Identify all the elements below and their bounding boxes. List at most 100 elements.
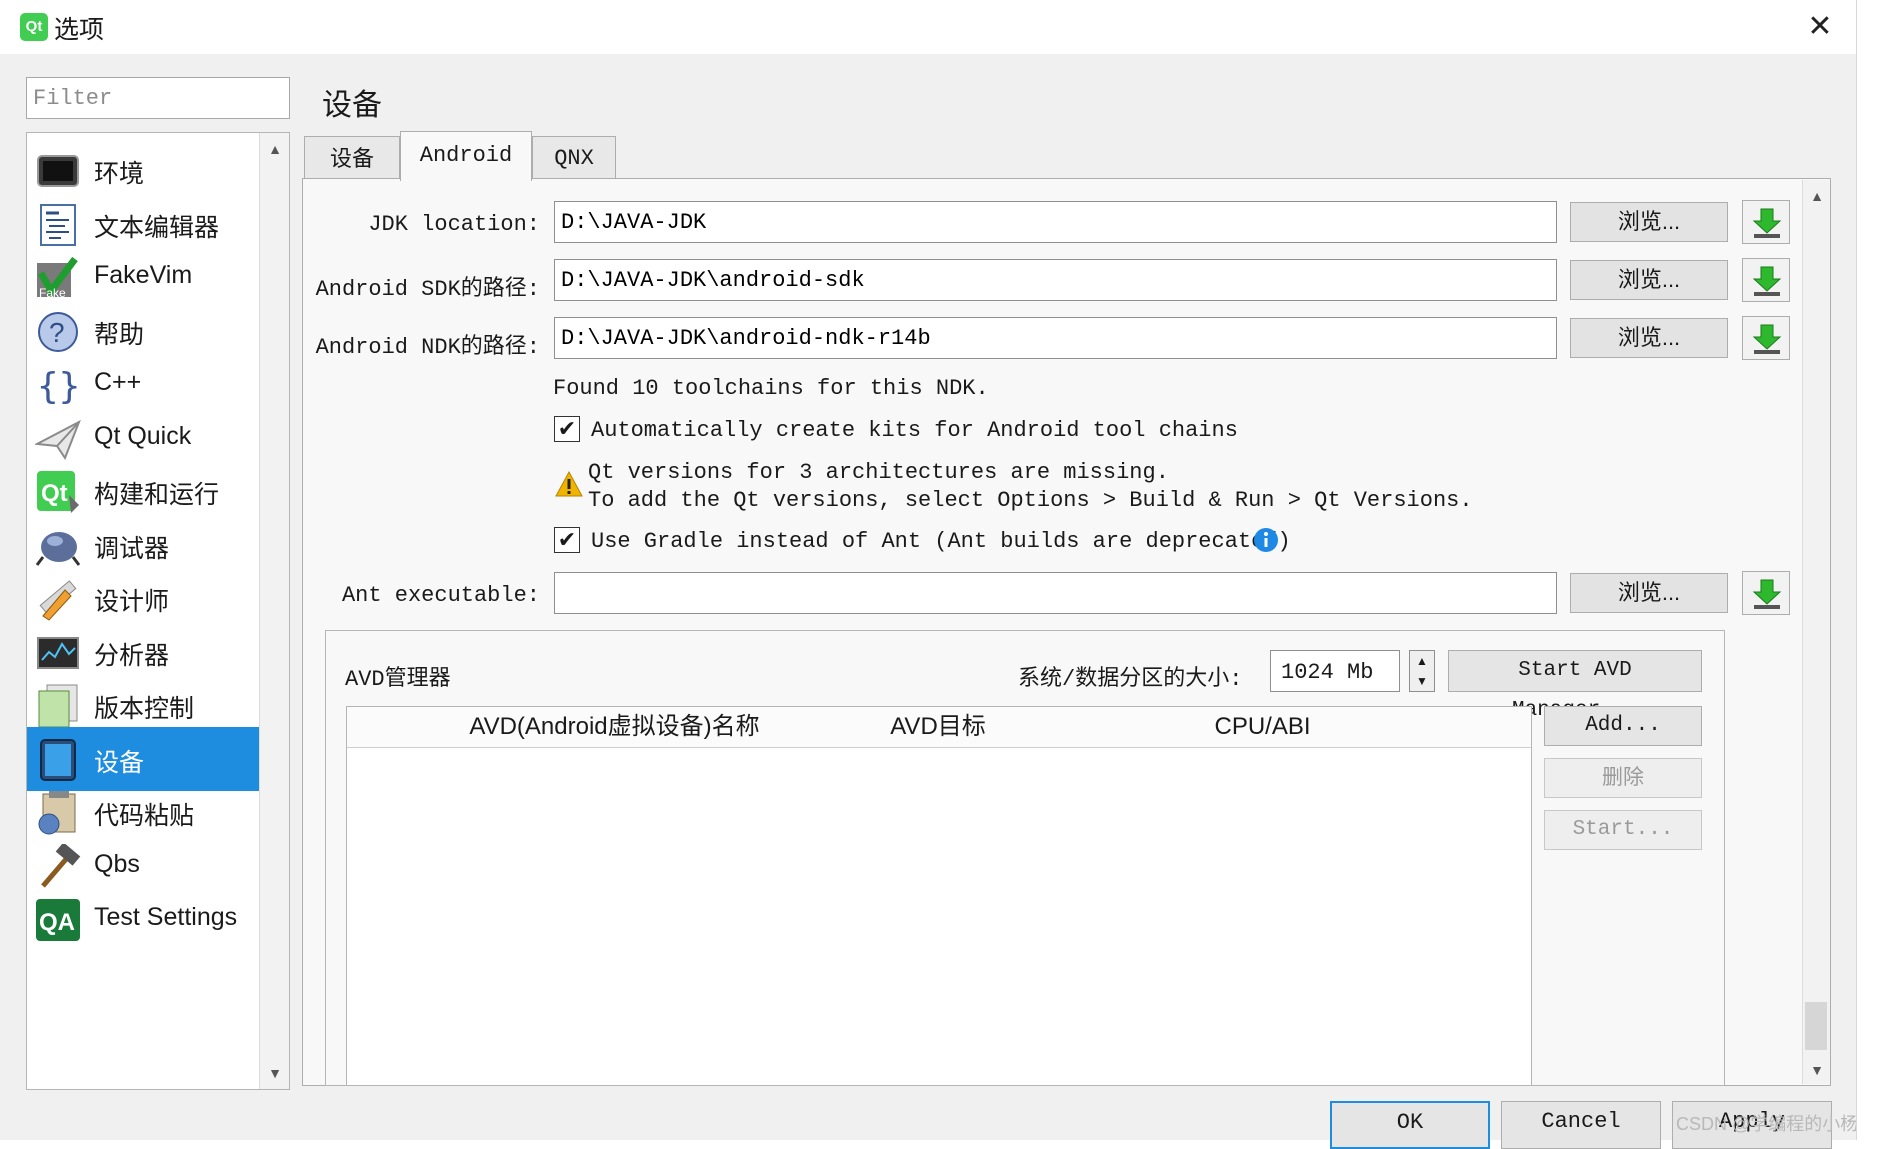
avd-group-label: AVD管理器 [345, 667, 451, 692]
filter-input[interactable] [26, 77, 290, 119]
partition-size-value: 1024 Mb [1281, 660, 1374, 685]
gradle-label: Use Gradle instead of Ant (Ant builds ar… [591, 529, 1291, 554]
sidebar-item-label: 分析器 [94, 642, 170, 670]
sidebar-item-label: 设备 [94, 749, 145, 777]
sidebar-item-test-settings[interactable]: QA Test Settings [27, 887, 261, 951]
code-paste-icon [35, 790, 81, 836]
ok-button[interactable]: OK [1330, 1101, 1490, 1149]
scroll-up-icon[interactable]: ▲ [1803, 184, 1831, 208]
sdk-download-button[interactable] [1742, 258, 1790, 302]
sidebar-item-label: 构建和运行 [94, 481, 220, 509]
download-icon [1752, 324, 1782, 354]
ndk-download-button[interactable] [1742, 316, 1790, 360]
sidebar-item-label: 环境 [94, 160, 145, 188]
partition-size-label: 系统/数据分区的大小: [1018, 667, 1243, 692]
designer-icon [35, 576, 81, 622]
sdk-path-field[interactable] [554, 259, 1557, 301]
svg-text:Fake: Fake [39, 286, 66, 300]
checkmark-icon: ✔ [557, 527, 577, 552]
checkmark-icon: ✔ [557, 416, 577, 441]
svg-text:QA: QA [39, 909, 75, 936]
cancel-button[interactable]: Cancel [1501, 1101, 1661, 1149]
column-header-cpu-abi[interactable]: CPU/ABI [994, 707, 1531, 748]
sidebar-item-label: C++ [94, 368, 142, 396]
watermark: CSDN @学编程的小杨 [1676, 1114, 1859, 1134]
tab-qnx[interactable]: QNX [532, 136, 616, 179]
ant-download-button[interactable] [1742, 571, 1790, 615]
qt-app-icon: Qt [20, 13, 48, 41]
sidebar-item-label: 帮助 [94, 321, 145, 349]
options-dialog: Qt 选项 ✕ 环境 文本编辑器 Fake FakeVim [0, 0, 1859, 1149]
text-editor-icon [35, 202, 81, 248]
svg-text:?: ? [49, 317, 65, 348]
sdk-browse-button[interactable]: 浏览... [1570, 260, 1728, 300]
add-avd-button[interactable]: Add... [1544, 706, 1702, 746]
close-icon: ✕ [1807, 10, 1833, 43]
column-header-avd-target[interactable]: AVD目标 [882, 707, 995, 748]
sidebar-item-label: 代码粘贴 [94, 802, 195, 830]
fakevim-icon: Fake [35, 255, 81, 301]
sdk-path-label: Android SDK的路径: [315, 277, 540, 302]
jdk-download-button[interactable] [1742, 200, 1790, 244]
scroll-thumb[interactable] [1805, 1002, 1827, 1050]
gradle-checkbox[interactable]: ✔ [554, 527, 580, 553]
sidebar-item-label: Qbs [94, 850, 140, 878]
warning-line-1: Qt versions for 3 architectures are miss… [588, 460, 1169, 485]
ant-browse-button[interactable]: 浏览... [1570, 573, 1728, 613]
braces-icon: {} [35, 362, 81, 408]
jdk-browse-button[interactable]: 浏览... [1570, 202, 1728, 242]
start-avd-button[interactable]: Start... [1544, 810, 1702, 850]
svg-text:{}: {} [37, 366, 80, 407]
help-icon: ? [35, 309, 81, 355]
scroll-down-icon[interactable]: ▼ [1803, 1058, 1831, 1082]
start-avd-manager-button[interactable]: Start AVD Manager... [1448, 650, 1702, 722]
sidebar-item-label: Test Settings [94, 903, 238, 931]
sidebar-nav: 环境 文本编辑器 Fake FakeVim ? 帮助 {} C++ Qt Qui… [26, 132, 290, 1090]
tab-devices[interactable]: 设备 [304, 136, 400, 179]
analyzer-icon [35, 630, 81, 676]
monitor-icon [35, 148, 81, 194]
page-title: 设备 [322, 89, 382, 122]
partition-size-spinbox[interactable]: 1024 Mb ▲ ▼ [1270, 650, 1435, 692]
svg-text:Qt: Qt [41, 480, 68, 507]
ant-executable-field[interactable] [554, 572, 1557, 614]
sidebar-item-label: 设计师 [94, 588, 170, 616]
download-icon [1752, 208, 1782, 238]
qt-build-icon: Qt [35, 469, 81, 515]
bug-icon [35, 523, 81, 569]
toolchains-info-text: Found 10 toolchains for this NDK. [553, 376, 989, 401]
title-bar: Qt 选项 ✕ [0, 0, 1856, 54]
window-edge [1856, 0, 1880, 1140]
auto-kits-checkbox[interactable]: ✔ [554, 416, 580, 442]
hammer-icon [35, 842, 81, 890]
ndk-browse-button[interactable]: 浏览... [1570, 318, 1728, 358]
ndk-path-label: Android NDK的路径: [315, 335, 540, 360]
warning-icon [555, 470, 583, 498]
sidebar-item-label: 文本编辑器 [94, 214, 220, 242]
auto-kits-label: Automatically create kits for Android to… [591, 418, 1238, 443]
content-scrollbar[interactable]: ▲ ▼ [1802, 180, 1830, 1084]
jdk-location-field[interactable] [554, 201, 1557, 243]
spin-arrows-icon[interactable]: ▲ ▼ [1409, 650, 1435, 692]
qa-icon: QA [35, 897, 81, 943]
sidebar-item-label: Qt Quick [94, 422, 192, 450]
scroll-down-icon[interactable]: ▼ [260, 1061, 289, 1085]
window-title: 选项 [54, 16, 105, 44]
scroll-up-icon[interactable]: ▲ [260, 137, 289, 161]
info-icon[interactable] [1253, 527, 1279, 553]
ant-executable-label: Ant executable: [341, 583, 540, 608]
paper-plane-icon [33, 416, 81, 462]
ndk-path-field[interactable] [554, 317, 1557, 359]
close-button[interactable]: ✕ [1794, 6, 1846, 48]
sidebar-scrollbar[interactable]: ▲ ▼ [259, 133, 289, 1089]
avd-table: AVD(Android虚拟设备)名称 AVD目标 CPU/ABI [346, 706, 1532, 1086]
version-control-icon [35, 683, 81, 729]
jdk-location-label: JDK location: [368, 212, 540, 237]
sidebar-item-label: 调试器 [94, 535, 170, 563]
column-header-avd-name[interactable]: AVD(Android虚拟设备)名称 [347, 707, 883, 748]
tab-android[interactable]: Android [400, 131, 532, 181]
device-icon [35, 737, 81, 783]
delete-avd-button[interactable]: 删除 [1544, 758, 1702, 798]
download-icon [1752, 579, 1782, 609]
warning-line-2: To add the Qt versions, select Options >… [588, 488, 1473, 513]
